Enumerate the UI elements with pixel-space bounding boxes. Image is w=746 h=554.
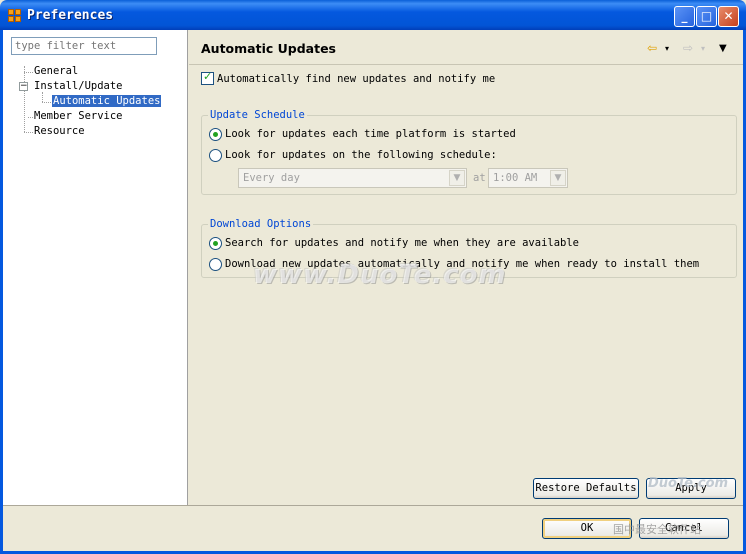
auto-find-checkbox[interactable] xyxy=(201,70,214,85)
schedule-radio[interactable] xyxy=(209,149,222,162)
close-button[interactable]: ✕ xyxy=(718,6,739,27)
frequency-value: Every day xyxy=(243,172,300,184)
startup-option-label[interactable]: Look for updates each time platform is s… xyxy=(225,128,516,140)
update-schedule-title: Update Schedule xyxy=(208,109,307,121)
tree-item-general[interactable]: General xyxy=(34,65,78,77)
tree-guide xyxy=(42,102,51,103)
preferences-icon xyxy=(8,9,21,22)
maximize-button[interactable]: □ xyxy=(696,6,717,27)
watermark-logo: DuoTe.com xyxy=(648,476,729,491)
minimize-button[interactable]: _ xyxy=(674,6,695,27)
download-options-title: Download Options xyxy=(208,218,314,230)
schedule-option-label[interactable]: Look for updates on the following schedu… xyxy=(225,149,497,161)
notify-option-label[interactable]: Search for updates and notify me when th… xyxy=(225,237,579,249)
forward-dropdown-icon: ▾ xyxy=(701,44,706,53)
startup-radio[interactable] xyxy=(209,128,222,141)
time-value: 1:00 AM xyxy=(493,172,538,184)
back-arrow-icon[interactable]: ⇦ xyxy=(647,41,657,55)
time-select: 1:00 AM ▼ xyxy=(488,168,568,188)
filter-input[interactable] xyxy=(11,37,157,55)
tree-item-resource[interactable]: Resource xyxy=(34,125,85,137)
header-divider xyxy=(189,64,743,65)
watermark-text: www.DuoTe.com xyxy=(253,260,507,290)
view-menu-icon[interactable]: ▼ xyxy=(719,43,727,54)
tree-guide xyxy=(28,117,33,118)
page-title: Automatic Updates xyxy=(201,41,336,56)
forward-arrow-icon: ⇨ xyxy=(683,41,694,55)
watermark-logo-subtitle: 国中最安全软件站 xyxy=(613,523,701,536)
tree-guide xyxy=(24,66,25,132)
chevron-down-icon: ▼ xyxy=(449,170,465,186)
frequency-select: Every day ▼ xyxy=(238,168,467,188)
window-title: Preferences xyxy=(27,8,114,23)
tree-guide xyxy=(24,132,33,133)
tree-item-install-update[interactable]: Install/Update xyxy=(34,80,123,92)
tree-guide xyxy=(24,72,33,73)
title-bar: Preferences _ □ ✕ xyxy=(0,0,746,30)
auto-find-label[interactable]: Automatically find new updates and notif… xyxy=(217,73,495,85)
button-bar-divider xyxy=(3,505,743,506)
tree-item-automatic-updates[interactable]: Automatic Updates xyxy=(52,95,162,107)
notify-radio[interactable] xyxy=(209,237,222,250)
restore-defaults-button[interactable]: Restore Defaults xyxy=(533,478,639,499)
tree-item-member-service[interactable]: Member Service xyxy=(34,110,123,122)
back-dropdown-icon[interactable]: ▾ xyxy=(665,44,669,53)
auto-download-radio[interactable] xyxy=(209,258,222,271)
at-label: at xyxy=(473,172,486,184)
chevron-down-icon: ▼ xyxy=(550,170,566,186)
page-header: Automatic Updates ⇦ ▾ ⇨ ▾ ▼ xyxy=(189,30,743,64)
collapse-icon[interactable]: − xyxy=(19,82,28,91)
tree-guide xyxy=(42,92,43,102)
